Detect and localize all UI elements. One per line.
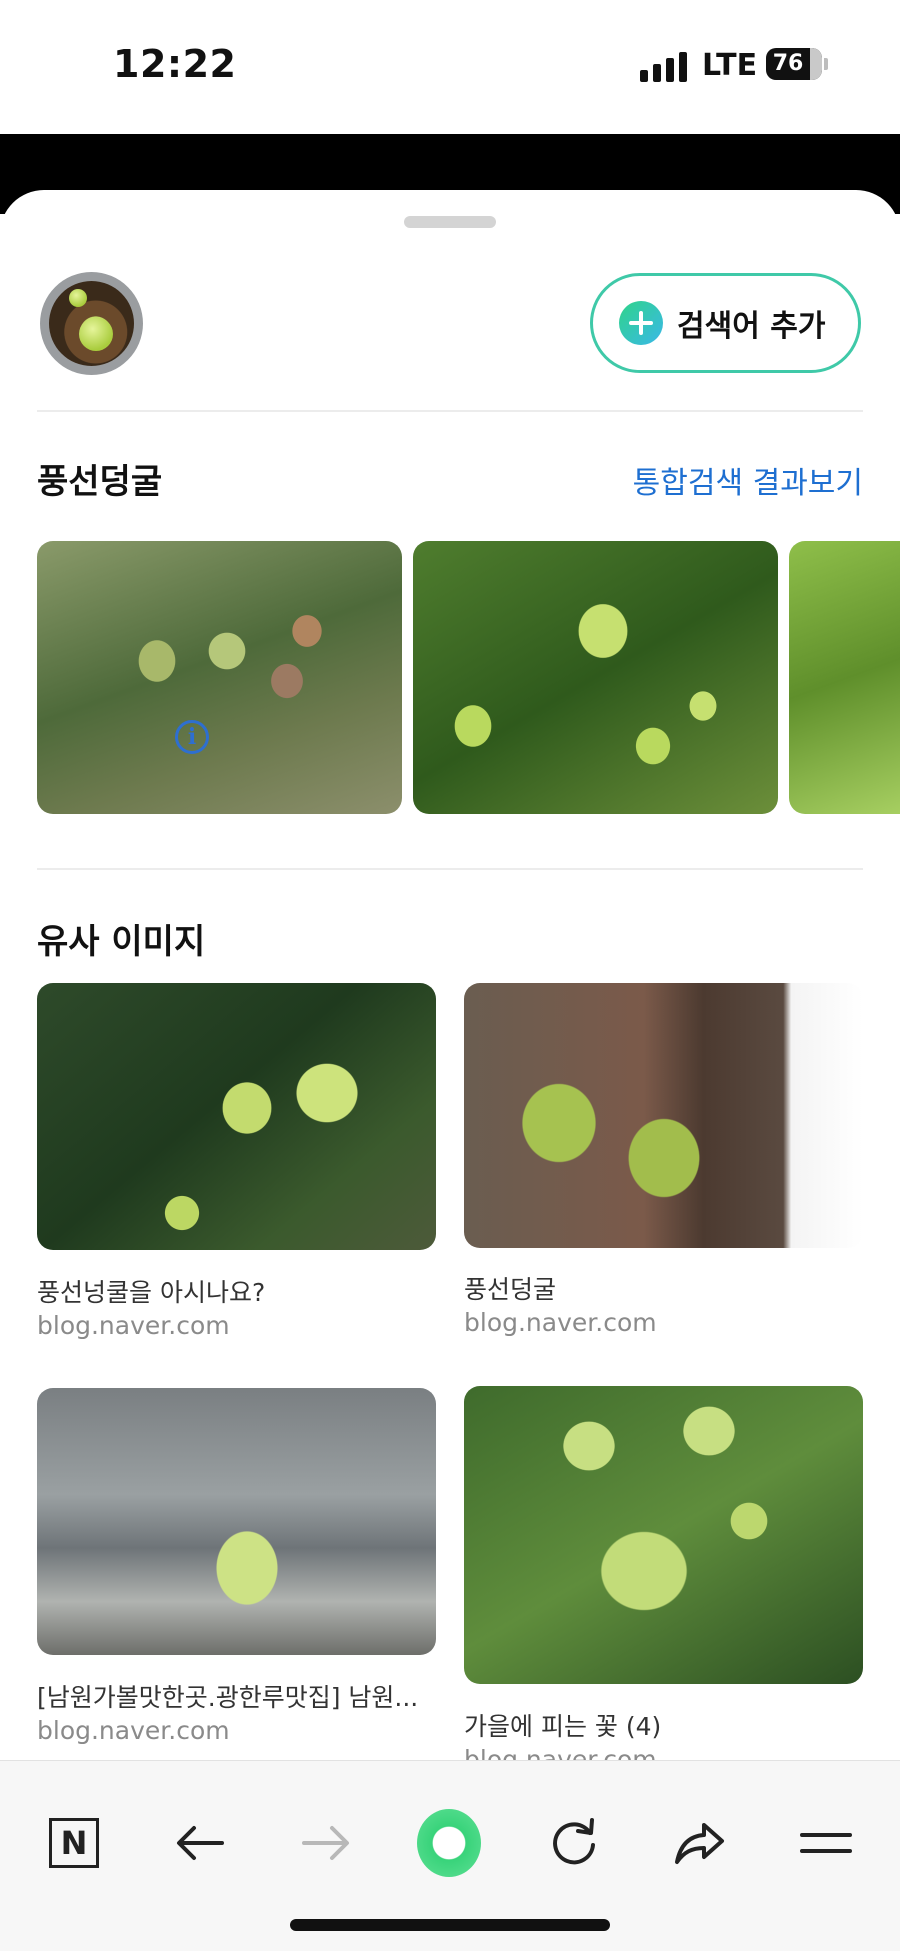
naver-home-button[interactable]: N [42, 1811, 106, 1875]
similar-item-source: blog.naver.com [37, 1716, 230, 1745]
menu-icon [800, 1833, 852, 1853]
status-bar: 12:22 LTE 76 [0, 0, 900, 134]
result-title: 풍선덩굴 [37, 462, 163, 502]
similar-item-title[interactable]: 풍선덩굴 [464, 1270, 863, 1306]
green-dot-icon [417, 1809, 481, 1877]
image-search-sheet: 검색어 추가 풍선덩굴 통합검색 결과보기 유사 이미지 i 풍선넝쿨을 아시나… [0, 190, 900, 1760]
reload-icon [553, 1818, 595, 1865]
result-image-1[interactable] [37, 541, 402, 814]
battery-tip [824, 58, 828, 70]
query-image [49, 281, 134, 366]
green-dot-button[interactable] [417, 1809, 481, 1877]
forward-button[interactable] [294, 1811, 358, 1875]
menu-button[interactable] [794, 1811, 858, 1875]
reload-button[interactable] [542, 1811, 606, 1875]
similar-image-1[interactable] [37, 983, 436, 1250]
battery-icon: 76 [766, 48, 822, 80]
naver-home-icon: N [49, 1818, 99, 1868]
back-arrow-icon [177, 1826, 224, 1860]
info-icon[interactable]: i [175, 720, 209, 754]
status-time: 12:22 [113, 42, 237, 86]
result-image-3[interactable] [789, 541, 900, 814]
similar-image-3[interactable] [37, 1388, 436, 1655]
similar-item-source: blog.naver.com [37, 1311, 230, 1340]
similar-item-title[interactable]: 풍선넝쿨을 아시나요? [37, 1273, 436, 1309]
similar-item-title[interactable]: [남원가볼맛한곳.광한루맛집] 남원... [37, 1678, 436, 1714]
sheet-grabber[interactable] [404, 216, 496, 228]
divider [37, 410, 863, 412]
add-keyword-button[interactable]: 검색어 추가 [590, 273, 861, 373]
similar-image-2[interactable] [464, 983, 863, 1248]
home-indicator[interactable] [290, 1919, 610, 1931]
similar-images-title: 유사 이미지 [37, 922, 206, 962]
similar-item-source: blog.naver.com [464, 1308, 657, 1337]
similar-item-title[interactable]: 가을에 피는 꽃 (4) [464, 1707, 863, 1743]
share-icon [675, 1823, 724, 1864]
plus-icon [619, 301, 663, 345]
add-keyword-label: 검색어 추가 [677, 309, 826, 344]
forward-arrow-icon [302, 1826, 349, 1860]
result-image-2[interactable] [413, 541, 778, 814]
battery-level: 76 [772, 51, 804, 76]
back-button[interactable] [168, 1811, 232, 1875]
view-integrated-results-link[interactable]: 통합검색 결과보기 [633, 458, 863, 502]
network-type: LTE [702, 48, 758, 83]
similar-item-source: blog.naver.com [464, 1745, 657, 1760]
signal-icon [640, 50, 688, 82]
divider [37, 868, 863, 870]
search-image-thumbnail[interactable] [40, 272, 143, 375]
share-button[interactable] [668, 1811, 732, 1875]
similar-image-4[interactable] [464, 1386, 863, 1684]
